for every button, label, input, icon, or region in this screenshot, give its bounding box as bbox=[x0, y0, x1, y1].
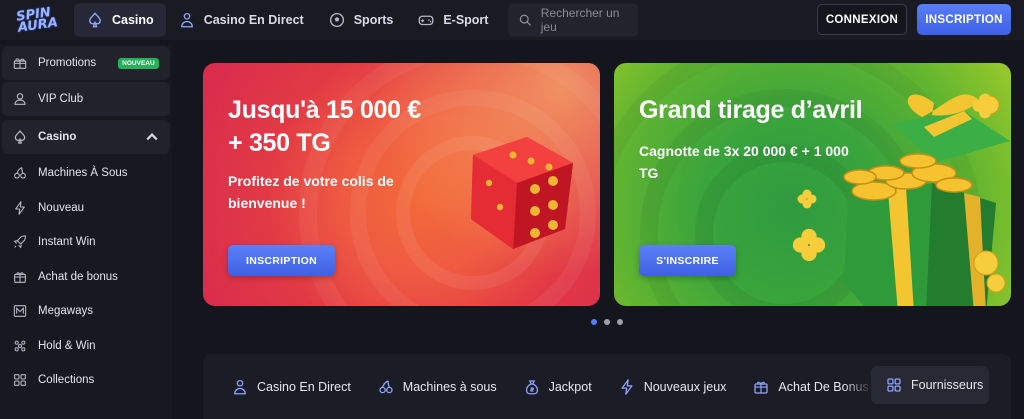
main-content: Jusqu'à 15 000 € + 350 TG Profitez de vo… bbox=[178, 44, 1024, 419]
banner-register-button[interactable]: INSCRIPTION bbox=[228, 245, 335, 276]
megaways-icon bbox=[13, 305, 27, 318]
user-icon bbox=[14, 93, 26, 105]
nav-esport[interactable]: E-Sport bbox=[405, 3, 500, 37]
search-input[interactable]: Rechercher un jeu bbox=[508, 3, 639, 37]
sidebar-item-label: Casino bbox=[38, 131, 77, 143]
nav-live-casino[interactable]: Casino En Direct bbox=[166, 3, 316, 37]
spade-icon bbox=[14, 130, 26, 144]
sidebar-item-label: Instant Win bbox=[38, 236, 96, 249]
logo-text: SPIN AURA bbox=[15, 5, 59, 36]
login-button[interactable]: CONNEXION bbox=[817, 4, 907, 35]
category-providers[interactable]: Fournisseurs bbox=[871, 366, 989, 404]
dealer-icon bbox=[180, 12, 193, 28]
carousel-dot[interactable] bbox=[604, 319, 610, 325]
cherries-icon bbox=[14, 167, 26, 179]
nav-esport-label: E-Sport bbox=[443, 13, 489, 27]
sidebar-item-label: Nouveau bbox=[38, 201, 85, 214]
sidebar-item-slots[interactable]: Machines À Sous bbox=[2, 156, 170, 191]
grid-icon bbox=[14, 374, 26, 387]
nav-casino-label: Casino bbox=[112, 13, 154, 27]
scroll-fade bbox=[843, 354, 873, 419]
banner-title: Grand tirage d’avril bbox=[639, 96, 863, 124]
cherries-icon bbox=[379, 379, 393, 393]
category-label: Fournisseurs bbox=[911, 378, 984, 392]
soccer-ball-icon bbox=[329, 12, 344, 28]
lightning-icon bbox=[15, 200, 25, 215]
category-bar: Casino En Direct Machines à sous Jackpot… bbox=[203, 354, 1011, 419]
dots-icon bbox=[14, 340, 26, 352]
search-icon bbox=[520, 14, 532, 26]
gift-box-icon bbox=[754, 381, 769, 394]
category-jackpot[interactable]: Jackpot bbox=[523, 378, 592, 396]
chevron-up-icon[interactable] bbox=[144, 129, 160, 145]
carousel-dots bbox=[591, 319, 623, 325]
search-placeholder: Rechercher un jeu bbox=[540, 6, 620, 34]
clover-icon bbox=[792, 228, 826, 262]
red-dice-image bbox=[471, 137, 573, 249]
category-label: Casino En Direct bbox=[257, 379, 351, 394]
money-bag-icon bbox=[525, 379, 538, 394]
sidebar-item-label: VIP Club bbox=[38, 93, 84, 105]
sidebar-item-label: Hold & Win bbox=[38, 339, 96, 352]
sidebar-item-label: Achat de bonus bbox=[38, 270, 118, 283]
gamepad-icon bbox=[418, 15, 434, 26]
sidebar-item-label: Megaways bbox=[38, 305, 93, 318]
sidebar-item-promotions[interactable]: Promotions NOUVEAU bbox=[2, 46, 170, 80]
carousel-dot[interactable] bbox=[591, 319, 597, 325]
category-slots[interactable]: Machines à sous bbox=[377, 378, 497, 396]
sidebar-item-vip-club[interactable]: VIP Club bbox=[2, 82, 170, 116]
april-draw-banner[interactable]: Grand tirage d’avril Cagnotte de 3x 20 0… bbox=[614, 63, 1011, 306]
banner-signup-button[interactable]: S'INSCRIRE bbox=[639, 245, 736, 276]
spade-icon bbox=[89, 12, 101, 28]
nav-sports[interactable]: Sports bbox=[316, 3, 406, 37]
sidebar-item-instant-win[interactable]: Instant Win bbox=[2, 225, 170, 260]
rocket-icon bbox=[13, 235, 26, 249]
nav-live-casino-label: Casino En Direct bbox=[203, 13, 304, 27]
gift-icon bbox=[13, 58, 27, 69]
gift-box-icon bbox=[14, 272, 26, 283]
nav-casino[interactable]: Casino bbox=[74, 3, 166, 37]
category-live-casino[interactable]: Casino En Direct bbox=[231, 378, 351, 396]
banner-subtitle: Cagnotte de 3x 20 000 € + 1 000 TG bbox=[639, 143, 849, 181]
sidebar-item-label: Machines À Sous bbox=[38, 167, 128, 180]
category-label: Machines à sous bbox=[402, 379, 497, 394]
sidebar-item-label: Collections bbox=[38, 374, 95, 387]
sidebar: Promotions NOUVEAU VIP Club Casino Machi… bbox=[0, 44, 172, 419]
sidebar-item-collections[interactable]: Collections bbox=[2, 363, 170, 398]
banner-subtitle: Profitez de votre colis de bienvenue ! bbox=[228, 173, 394, 211]
brand-logo[interactable]: SPIN AURA bbox=[0, 0, 74, 40]
category-new-games[interactable]: Nouveaux jeux bbox=[618, 378, 727, 396]
category-label: Jackpot bbox=[548, 379, 592, 394]
carousel-dot[interactable] bbox=[617, 319, 623, 325]
top-bar: SPIN AURA Casino Casino En Direct Sports… bbox=[0, 0, 1024, 40]
register-button[interactable]: INSCRIPTION bbox=[917, 4, 1011, 35]
dealer-icon bbox=[234, 379, 246, 394]
welcome-bonus-banner[interactable]: Jusqu'à 15 000 € + 350 TG Profitez de vo… bbox=[203, 63, 600, 306]
sidebar-item-label: Promotions bbox=[38, 57, 97, 69]
sidebar-item-new[interactable]: Nouveau bbox=[2, 191, 170, 226]
clover-icon bbox=[972, 93, 998, 119]
lightning-icon bbox=[621, 378, 633, 395]
nav-sports-label: Sports bbox=[353, 13, 394, 27]
new-badge: NOUVEAU bbox=[118, 57, 159, 69]
grid-icon bbox=[887, 378, 901, 392]
category-label: Nouveaux jeux bbox=[643, 379, 727, 394]
sidebar-item-megaways[interactable]: Megaways bbox=[2, 294, 170, 329]
clover-icon bbox=[797, 189, 817, 209]
sidebar-item-hold-win[interactable]: Hold & Win bbox=[2, 329, 170, 364]
sidebar-item-bonus-buy[interactable]: Achat de bonus bbox=[2, 260, 170, 295]
sidebar-item-casino[interactable]: Casino bbox=[2, 120, 170, 154]
banner-title: Jusqu'à 15 000 € + 350 TG bbox=[228, 96, 421, 157]
